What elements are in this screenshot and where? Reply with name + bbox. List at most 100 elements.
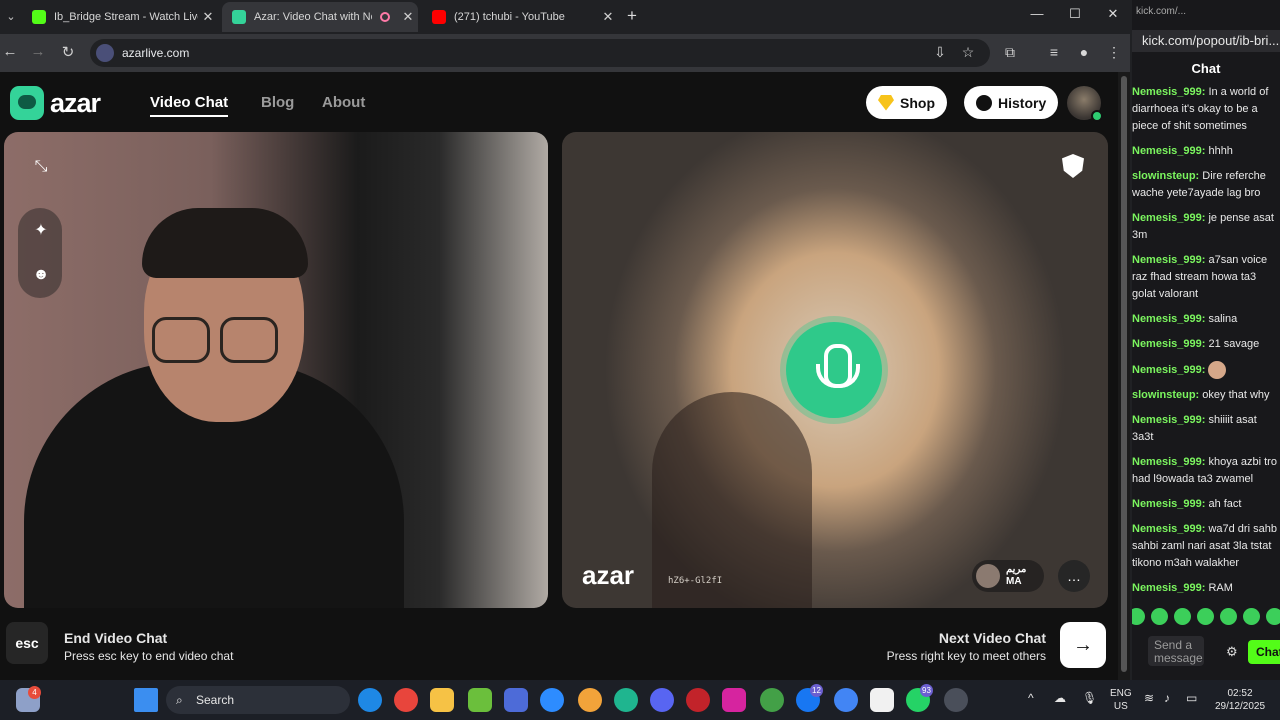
azar-logo[interactable]: azar (10, 86, 101, 120)
reload-icon[interactable]: ↻ (58, 43, 78, 61)
onedrive-icon[interactable]: ☁ (1054, 692, 1066, 705)
chat-username[interactable]: Nemesis_999: (1132, 364, 1205, 376)
extensions-icon[interactable]: ⧉ (1000, 44, 1020, 61)
app-green-icon[interactable] (614, 688, 638, 712)
emote-icon[interactable] (1243, 608, 1260, 625)
emote-icon[interactable] (1151, 608, 1168, 625)
nav-about[interactable]: About (322, 94, 365, 111)
address-bar[interactable]: azarlive.com (90, 39, 990, 67)
emote-icon[interactable] (1174, 608, 1191, 625)
close-tab-icon[interactable]: ✕ (198, 9, 218, 25)
partner-avatar (976, 564, 1000, 588)
emote-icon[interactable] (1197, 608, 1214, 625)
close-window-icon[interactable]: ✕ (1098, 6, 1128, 22)
forward-icon[interactable]: → (28, 43, 48, 60)
tab-kick-stream[interactable]: Ib_Bridge Stream - Watch Live o ✕ (22, 2, 218, 32)
emote-icon[interactable] (1220, 608, 1237, 625)
next-chat-button[interactable]: → (1060, 622, 1106, 668)
report-shield-icon[interactable] (1062, 154, 1084, 178)
chat-message: slowinsteup: Dire referche wache yete7ay… (1132, 168, 1280, 202)
chat-username[interactable]: Nemesis_999: (1132, 145, 1205, 157)
esc-key-button[interactable]: esc (6, 622, 48, 664)
site-info-icon[interactable] (96, 44, 114, 62)
tab-youtube[interactable]: (271) tchubi - YouTube ✕ (422, 2, 618, 32)
self-video: ⤡ ✦ ☻ (4, 132, 548, 608)
chat-username[interactable]: Nemesis_999: (1132, 414, 1205, 426)
chat-username[interactable]: slowinsteup: (1132, 389, 1199, 401)
battery-icon[interactable]: ▭ (1186, 692, 1197, 705)
chrome-icon[interactable] (394, 688, 418, 712)
chat-username[interactable]: slowinsteup: (1132, 170, 1199, 182)
chat-username[interactable]: Nemesis_999: (1132, 582, 1205, 594)
chat-username[interactable]: Nemesis_999: (1132, 254, 1205, 266)
chat-username[interactable]: Nemesis_999: (1132, 212, 1205, 224)
chat-username[interactable]: Nemesis_999: (1132, 456, 1205, 468)
chat-message: Nemesis_999: shiiiit asat 3a3t (1132, 412, 1280, 446)
bookmark-star-icon[interactable]: ☆ (958, 44, 978, 61)
tab-search-chevron-icon[interactable]: ⌄ (2, 8, 20, 26)
app-red-icon[interactable] (686, 688, 710, 712)
minimize-icon[interactable]: — (1022, 6, 1052, 21)
chat-username[interactable]: Nemesis_999: (1132, 523, 1205, 535)
settings-gear-icon[interactable]: ⚙ (1226, 644, 1238, 660)
widgets-badge: 4 (28, 686, 41, 699)
gem-icon (878, 94, 894, 111)
app-icon[interactable] (504, 688, 528, 712)
install-app-icon[interactable]: ⇩ (930, 44, 950, 61)
discord-icon[interactable] (650, 688, 674, 712)
start-windows-icon[interactable] (134, 688, 158, 712)
wifi-icon[interactable]: ≋ (1144, 692, 1154, 705)
partner-video: azar hZ6+-Gl2fI مريم MA … (562, 132, 1108, 608)
partner-badge[interactable]: مريم MA (972, 560, 1044, 592)
microphone-icon[interactable]: 🎙 (1082, 692, 1097, 705)
zoom-icon[interactable] (540, 688, 564, 712)
page-scrollbar[interactable] (1118, 72, 1130, 680)
nav-video-chat[interactable]: Video Chat (150, 94, 229, 117)
history-button[interactable]: History (964, 86, 1059, 119)
nav-blog[interactable]: Blog (261, 94, 294, 111)
clock-area[interactable]: 02:52 29/12/2025 (1212, 687, 1268, 713)
chrome-profile-icon[interactable] (578, 688, 602, 712)
chat-message: Nemesis_999: 21 savage (1132, 336, 1280, 353)
recorder-icon[interactable] (944, 688, 968, 712)
tab-azar[interactable]: Azar: Video Chat with New ✕ (222, 2, 418, 32)
sparkle-filter-icon[interactable]: ✦ (30, 220, 52, 242)
language-indicator[interactable]: ENG US (1110, 687, 1132, 713)
new-tab-button[interactable]: + (622, 6, 642, 26)
chat-send-button[interactable]: Chat (1248, 640, 1280, 664)
chat-url-bar[interactable]: kick.com/popout/ib-bri... (1132, 30, 1280, 52)
chrome-beta-icon[interactable] (834, 688, 858, 712)
capcut-icon[interactable] (870, 688, 894, 712)
minimize-video-icon[interactable]: ⤡ (30, 156, 52, 178)
chat-username[interactable]: Nemesis_999: (1132, 86, 1205, 98)
maximize-icon[interactable]: ☐ (1060, 6, 1090, 22)
chat-bubble-icon[interactable]: … (1058, 560, 1090, 592)
user-avatar[interactable] (1067, 86, 1103, 122)
media-controls-icon[interactable]: ≡ (1044, 44, 1064, 60)
instagram-icon[interactable] (722, 688, 746, 712)
chat-message: Nemesis_999: wa7d dri sahb sahbi zaml na… (1132, 521, 1280, 572)
close-tab-icon[interactable]: ✕ (398, 9, 418, 25)
store-icon[interactable] (468, 688, 492, 712)
chrome-alt-icon[interactable] (760, 688, 784, 712)
tray-chevron-icon[interactable]: ^ (1028, 692, 1034, 705)
chat-username[interactable]: Nemesis_999: (1132, 313, 1205, 325)
menu-kebab-icon[interactable]: ⋮ (1104, 44, 1124, 61)
face-mask-icon[interactable]: ☻ (30, 264, 52, 286)
back-icon[interactable]: ← (0, 43, 20, 60)
close-tab-icon[interactable]: ✕ (598, 9, 618, 25)
emote-icon[interactable] (1132, 608, 1145, 625)
volume-icon[interactable]: ♪ (1164, 692, 1170, 705)
emote-icon[interactable] (1266, 608, 1280, 625)
file-explorer-icon[interactable] (430, 688, 454, 712)
chat-message-list: Nemesis_999: In a world of diarrhoea it'… (1132, 84, 1280, 605)
tab-title: Azar: Video Chat with New (254, 11, 372, 23)
shop-button[interactable]: Shop (866, 86, 947, 119)
chat-username[interactable]: Nemesis_999: (1132, 338, 1205, 350)
azar-favicon-icon (232, 10, 246, 24)
profile-icon[interactable]: ● (1074, 44, 1094, 60)
chat-message-input[interactable]: Send a message (1148, 636, 1204, 666)
taskbar-search[interactable]: ⌕ Search (166, 686, 350, 714)
chat-username[interactable]: Nemesis_999: (1132, 498, 1205, 510)
edge-icon[interactable] (358, 688, 382, 712)
